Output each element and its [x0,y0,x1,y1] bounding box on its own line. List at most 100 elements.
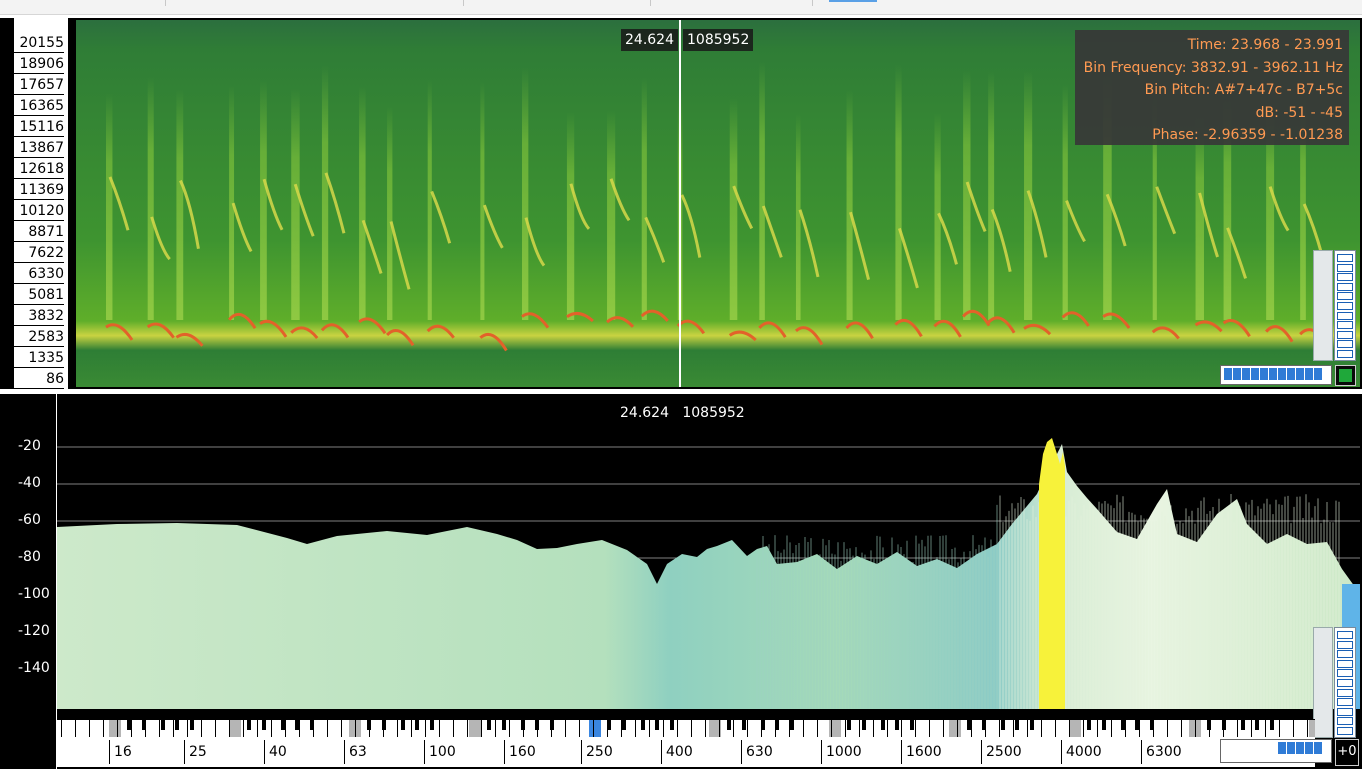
piano-key-divider [593,720,594,737]
piano-black-key[interactable] [670,720,674,730]
piano-black-key[interactable] [1255,720,1259,730]
piano-key-divider [859,720,860,737]
frequency-axis-label: 250 [581,740,613,764]
spectrum-view[interactable] [57,394,1360,709]
piano-black-key[interactable] [430,720,434,730]
frequency-axis-label: 16 [109,740,132,764]
piano-key-divider [369,720,370,737]
piano-black-key[interactable] [895,720,899,730]
piano-key-divider [621,720,622,737]
piano-key-divider [201,720,202,737]
piano-key-divider [845,720,846,737]
zoom-slider-tick [1337,302,1353,310]
spectrogram-horizontal-zoom-slider[interactable] [1220,365,1332,385]
spectrogram-y-label: 11369 [12,181,64,200]
piano-black-key[interactable] [1015,720,1019,730]
piano-black-key[interactable] [1241,720,1245,730]
piano-black-key[interactable] [1270,720,1274,730]
piano-black-key[interactable] [1087,720,1091,730]
spectrum-db-label: -80 [18,549,41,565]
piano-c-key[interactable] [1309,720,1315,737]
spectrogram-streak [427,79,432,320]
piano-black-key[interactable] [622,720,626,730]
spectrogram-y-label: 20155 [12,34,64,53]
piano-key-divider [649,720,650,737]
zoom-offset-label[interactable]: +0 [1335,739,1359,766]
spectrogram-frequency-axis: 20155 18906 17657 16365 15116 13867 12618 11369… [12,18,69,389]
frequency-axis-label: 1600 [901,740,942,764]
piano-black-key[interactable] [847,720,851,730]
piano-c-key[interactable] [1069,720,1081,737]
piano-black-key[interactable] [790,720,794,730]
zoom-slider-tick [1337,350,1353,358]
piano-black-key[interactable] [910,720,914,730]
piano-key-divider [831,720,832,737]
spectrum-db-label: -20 [18,438,41,454]
piano-key-divider [495,720,496,737]
piano-black-key[interactable] [487,720,491,730]
piano-black-key[interactable] [247,720,251,730]
piano-c-key[interactable] [109,720,121,737]
zoom-slider-cell [1305,742,1314,754]
spectrogram-streak [387,105,393,320]
piano-c-key[interactable] [949,720,961,737]
spectrum-db-label: -120 [18,623,50,639]
zoom-slider-tick [1337,340,1353,349]
spectrogram-y-label: 13867 [12,139,64,158]
piano-black-key[interactable] [881,720,885,730]
piano-keyboard-strip[interactable] [57,719,1315,738]
spectrogram-streak [795,113,801,320]
piano-key-divider [327,720,328,737]
piano-key-divider [1069,720,1070,737]
piano-black-key[interactable] [502,720,506,730]
piano-black-key[interactable] [161,720,165,730]
piano-black-key[interactable] [641,720,645,730]
piano-c-key[interactable] [589,720,601,737]
piano-black-key[interactable] [262,720,266,730]
piano-black-key[interactable] [175,720,179,730]
spectrum-vertical-zoom-slider[interactable] [1334,627,1356,738]
spectrum-db-label: -60 [18,512,41,528]
active-tab-indicator[interactable] [829,0,877,2]
spectrum-vertical-scrollbar[interactable] [1313,627,1333,738]
spectrogram-streak [607,110,616,320]
piano-black-key[interactable] [742,720,746,730]
piano-black-key[interactable] [655,720,659,730]
colormap-button[interactable] [1335,365,1356,386]
zoom-slider-cell [1224,368,1233,380]
spectrum-horizontal-zoom-slider[interactable] [1220,739,1332,763]
piano-key-divider [159,720,160,737]
piano-key-divider [75,720,76,737]
spectrogram-vertical-zoom-slider[interactable] [1334,250,1356,361]
piano-key-divider [901,720,902,737]
piano-key-divider [635,720,636,737]
piano-black-key[interactable] [1030,720,1034,730]
piano-c-key[interactable] [469,720,481,737]
piano-key-divider [691,720,692,737]
piano-c-key[interactable] [229,720,241,737]
piano-black-key[interactable] [190,720,194,730]
piano-key-divider [103,720,104,737]
spectrogram-vertical-scrollbar[interactable] [1313,250,1333,361]
piano-black-key[interactable] [727,720,731,730]
spectrogram-y-label: 10120 [12,202,64,221]
piano-key-divider [257,720,258,737]
spectrogram-streak [359,86,366,320]
spectrogram-streak [321,65,329,320]
piano-black-key[interactable] [401,720,405,730]
piano-black-key[interactable] [1001,720,1005,730]
piano-key-divider [187,720,188,737]
frequency-axis-label: 2500 [981,740,1022,764]
spectrogram-streak [1195,116,1204,320]
piano-black-key[interactable] [415,720,419,730]
piano-black-key[interactable] [1102,720,1106,730]
spectrogram-y-label: 6330 [12,265,64,284]
frequency-axis-label: 40 [264,740,287,764]
info-bin-frequency: Bin Frequency: 3832.91 - 3962.11 Hz [1083,60,1343,76]
piano-key-divider [929,720,930,737]
piano-key-divider [313,720,314,737]
piano-black-key[interactable] [862,720,866,730]
spectrogram-cursor[interactable] [679,20,681,387]
spectrogram-cursor-time: 24.624 [621,29,678,51]
zoom-slider-tick [1337,292,1353,301]
